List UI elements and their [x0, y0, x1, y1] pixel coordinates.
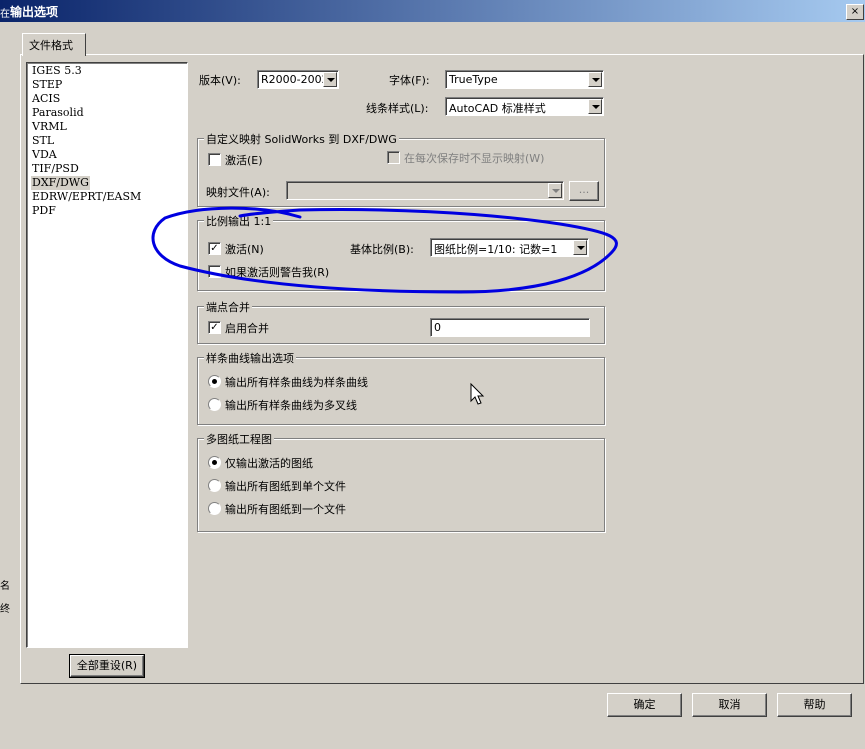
format-list[interactable]: IGES 5.3 STEP ACIS Parasolid VRML STL VD… [26, 62, 188, 648]
no-show-label: 在每次保存时不显示映射(W) [404, 152, 545, 165]
help-button[interactable]: 帮助 [777, 693, 852, 717]
cancel-button[interactable]: 取消 [692, 693, 767, 717]
list-item-selected[interactable]: DXF/DWG [31, 176, 90, 190]
browse-button[interactable]: ... [569, 181, 599, 201]
group-title: 端点合并 [204, 299, 252, 315]
mapping-activate-label: 激活(E) [225, 154, 263, 167]
sheet-option-label: 输出所有图纸到一个文件 [225, 503, 346, 516]
version-label: 版本(V): [199, 74, 241, 87]
reset-all-button[interactable]: 全部重设(R) [69, 654, 145, 678]
map-file-label: 映射文件(A): [206, 186, 270, 199]
version-value: R2000-2002 [261, 73, 329, 86]
background-window-char: 名 [0, 581, 10, 592]
font-select[interactable]: TrueType [445, 70, 604, 89]
list-item[interactable]: PDF [31, 204, 57, 218]
list-item[interactable]: STEP [31, 78, 63, 92]
background-window-edge [0, 22, 6, 749]
sheet-option-label: 仅输出激活的图纸 [225, 457, 313, 470]
map-file-select[interactable] [286, 181, 564, 200]
scale-activate-checkbox[interactable]: ✓ [208, 242, 221, 255]
list-item[interactable]: Parasolid [31, 106, 85, 120]
list-item[interactable]: STL [31, 134, 55, 148]
ok-button[interactable]: 确定 [607, 693, 682, 717]
sheet-option-radio[interactable] [208, 456, 221, 469]
window-title: 输出选项 [10, 5, 59, 19]
scale-activate-label: 激活(N) [225, 243, 264, 256]
font-label: 字体(F): [389, 74, 430, 87]
base-scale-select[interactable]: 图纸比例=1/10: 记数=1 [430, 238, 589, 257]
spline-option-radio[interactable] [208, 375, 221, 388]
group-title: 多图纸工程图 [204, 431, 274, 447]
sheet-option-label: 输出所有图纸到单个文件 [225, 480, 346, 493]
list-item[interactable]: VDA [31, 148, 58, 162]
chevron-down-icon[interactable] [588, 72, 602, 87]
list-item[interactable]: VRML [31, 120, 68, 134]
group-title: 比例输出 1:1 [204, 213, 274, 229]
base-scale-value: 图纸比例=1/10: 记数=1 [434, 243, 558, 256]
mapping-activate-checkbox[interactable] [208, 153, 221, 166]
chevron-down-icon[interactable] [588, 99, 602, 114]
list-item[interactable]: EDRW/EPRT/EASM [31, 190, 142, 204]
linestyle-label: 线条样式(L): [366, 102, 429, 115]
background-window-char: 终 [0, 604, 10, 615]
background-window-char: 在 [0, 9, 10, 20]
base-scale-label: 基体比例(B): [350, 243, 414, 256]
close-button[interactable]: × [846, 4, 864, 20]
merge-tolerance-value: 0 [434, 321, 441, 334]
merge-enable-checkbox[interactable]: ✓ [208, 321, 221, 334]
sheet-option-radio[interactable] [208, 479, 221, 492]
tab-file-format[interactable]: 文件格式 [22, 33, 86, 56]
linestyle-select[interactable]: AutoCAD 标准样式 [445, 97, 604, 116]
list-item[interactable]: TIF/PSD [31, 162, 80, 176]
warn-label: 如果激活则警告我(R) [225, 266, 330, 279]
font-value: TrueType [449, 73, 498, 86]
chevron-down-icon[interactable] [548, 183, 562, 198]
spline-option-label: 输出所有样条曲线为样条曲线 [225, 376, 368, 389]
chevron-down-icon[interactable] [323, 72, 337, 87]
merge-enable-label: 启用合并 [225, 322, 269, 335]
title-bar[interactable]: 输出选项 × [0, 0, 865, 22]
warn-checkbox[interactable] [208, 265, 221, 278]
no-show-checkbox[interactable] [387, 151, 400, 164]
version-select[interactable]: R2000-2002 [257, 70, 339, 89]
spline-option-radio[interactable] [208, 398, 221, 411]
list-item[interactable]: IGES 5.3 [31, 64, 83, 78]
list-item[interactable]: ACIS [31, 92, 61, 106]
group-title: 自定义映射 SolidWorks 到 DXF/DWG [204, 131, 399, 147]
merge-tolerance-input[interactable]: 0 [430, 318, 590, 337]
sheet-option-radio[interactable] [208, 502, 221, 515]
spline-option-label: 输出所有样条曲线为多叉线 [225, 399, 357, 412]
chevron-down-icon[interactable] [573, 240, 587, 255]
linestyle-value: AutoCAD 标准样式 [449, 102, 546, 115]
group-title: 样条曲线输出选项 [204, 350, 296, 366]
spline-group: 样条曲线输出选项 [197, 350, 605, 425]
tab-label: 文件格式 [29, 39, 73, 52]
